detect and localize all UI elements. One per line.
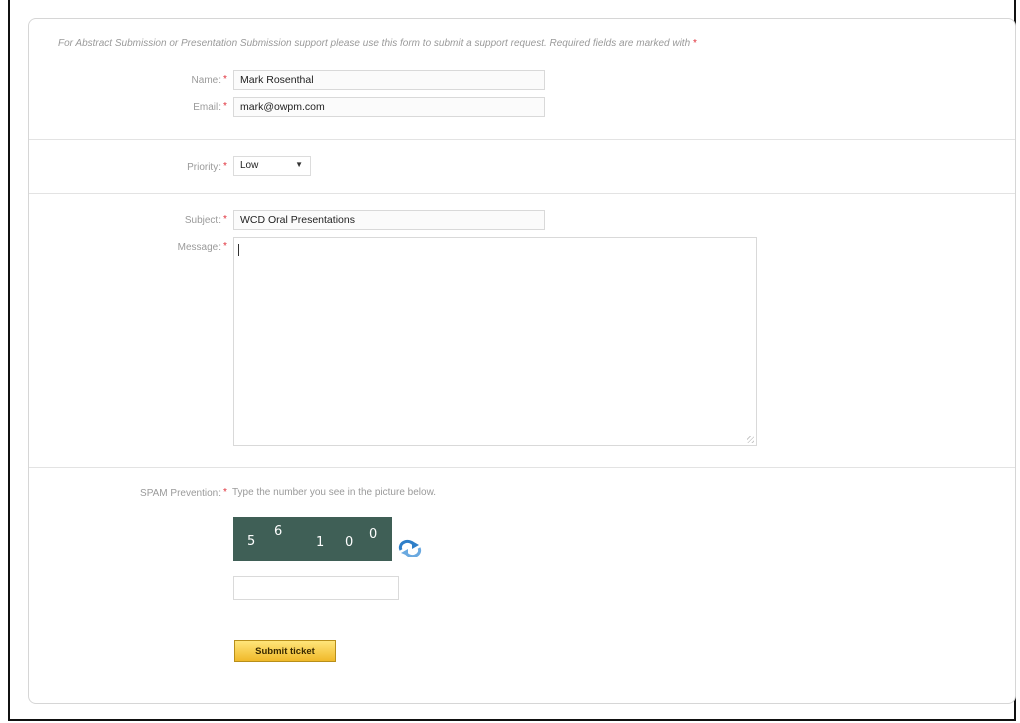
name-required-marker: * — [223, 74, 227, 85]
priority-label: Priority: — [187, 162, 221, 173]
submit-ticket-button[interactable]: Submit ticket — [234, 640, 336, 662]
message-required-marker: * — [223, 241, 227, 252]
intro-text: For Abstract Submission or Presentation … — [58, 38, 691, 49]
captcha-char: 1 — [316, 535, 325, 550]
subject-input[interactable]: WCD Oral Presentations — [233, 210, 545, 230]
refresh-icon[interactable] — [397, 539, 423, 559]
chevron-down-icon: ▼ — [295, 160, 303, 169]
text-cursor — [238, 244, 239, 256]
required-marker: * — [692, 38, 697, 49]
resize-handle[interactable] — [747, 436, 754, 443]
captcha-char: 6 — [274, 524, 283, 539]
section-divider — [29, 139, 1015, 140]
name-label: Name: — [191, 75, 221, 86]
email-input[interactable]: mark@owpm.com — [233, 97, 545, 117]
captcha-instruction: Type the number you see in the picture b… — [232, 487, 437, 498]
captcha-char: 0 — [345, 535, 354, 550]
captcha-char: 5 — [247, 534, 256, 549]
captcha-char: 0 — [369, 527, 378, 542]
spam-required-marker: * — [223, 487, 227, 498]
subject-label: Subject: — [184, 215, 221, 226]
message-label: Message: — [177, 242, 221, 253]
subject-required-marker: * — [223, 214, 227, 225]
name-input[interactable]: Mark Rosenthal — [233, 70, 545, 90]
priority-required-marker: * — [223, 161, 227, 172]
message-textarea[interactable] — [233, 237, 757, 446]
priority-value: Low — [240, 160, 259, 171]
section-divider — [29, 193, 1015, 194]
email-required-marker: * — [223, 101, 227, 112]
spam-label: SPAM Prevention: — [140, 488, 221, 499]
priority-select[interactable]: Low ▼ — [233, 156, 311, 176]
captcha-image: 5 6 1 0 0 — [233, 517, 392, 561]
section-divider — [29, 467, 1015, 468]
form-intro: For Abstract Submission or Presentation … — [58, 38, 988, 49]
captcha-input[interactable] — [233, 576, 399, 600]
email-label: Email: — [193, 102, 221, 113]
